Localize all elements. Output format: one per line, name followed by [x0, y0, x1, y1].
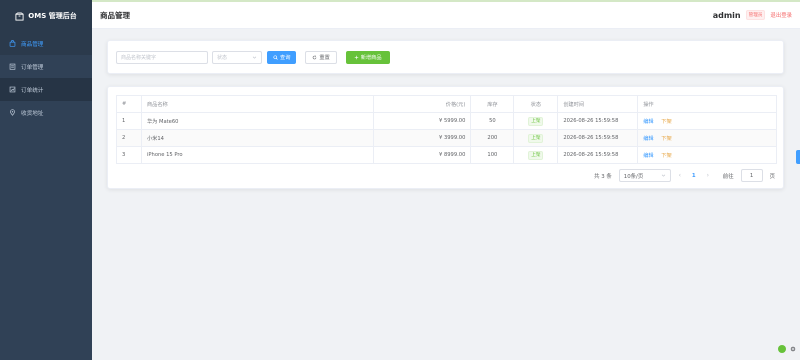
search-button-label: 查询 — [280, 54, 291, 61]
created-time: 2026-08-26 15:59:58 — [557, 146, 639, 164]
username: admin — [712, 10, 741, 20]
row-index: 1 — [116, 112, 142, 130]
reset-button-label: 重置 — [319, 54, 330, 61]
total-count: 共 3 条 — [594, 173, 612, 180]
jump-page-input[interactable]: 1 — [740, 169, 763, 182]
delist-link[interactable]: 下架 — [661, 136, 671, 142]
status-select[interactable]: 状态 — [212, 50, 262, 64]
product-stock: 100 — [470, 146, 515, 164]
column-header-name: 商品名称 — [140, 95, 374, 113]
table-row: 3 iPhone 15 Pro ¥ 8999.00 100 上架 2026-08… — [116, 146, 777, 164]
edit-link[interactable]: 编辑 — [643, 136, 653, 142]
product-name: 小米14 — [140, 129, 374, 147]
product-name: iPhone 15 Pro — [140, 146, 374, 164]
keyword-search-input[interactable]: 商品名称关键字 — [116, 50, 208, 64]
status-badge: 上架 — [528, 150, 544, 160]
page-title: 商品管理 — [100, 10, 130, 20]
column-header-created: 创建时间 — [557, 95, 639, 113]
keyword-placeholder: 商品名称关键字 — [121, 54, 157, 61]
sidebar: OMS 管理后台 商品管理 订单管理 订单统计 收货地址 — [0, 0, 92, 360]
edit-link[interactable]: 编辑 — [643, 153, 653, 159]
table-header-row: # 商品名称 价格(元) 库存 状态 创建时间 操作 — [116, 95, 777, 113]
created-time: 2026-08-26 15:59:58 — [557, 129, 639, 147]
app-name: OMS 管理后台 — [28, 12, 77, 20]
page-number-current[interactable]: 1 — [689, 173, 699, 179]
side-drawer-handle[interactable] — [796, 150, 800, 164]
status-badge: 上架 — [528, 116, 544, 126]
sidebar-item-label: 收货地址 — [21, 110, 44, 117]
reset-button[interactable]: 重置 — [305, 50, 337, 64]
page-size-value: 10条/页 — [623, 173, 644, 180]
box-icon — [15, 11, 24, 21]
pagination: 共 3 条 10条/页 ‹ 1 › 前往 1 页 — [594, 169, 775, 182]
actions-cell: 编辑 下架 — [637, 129, 777, 147]
column-header-actions: 操作 — [637, 95, 777, 113]
sidebar-item-order-stats[interactable]: 订单统计 — [0, 78, 92, 101]
product-table-card: # 商品名称 价格(元) 库存 状态 创建时间 操作 1 华为 Mate60 ¥… — [107, 86, 784, 189]
user-area: admin 管理员 退出登录 — [713, 10, 792, 20]
created-time: 2026-08-26 15:59:58 — [557, 112, 639, 130]
jump-label: 前往 — [722, 173, 734, 180]
sidebar-item-label: 商品管理 — [21, 41, 44, 48]
shopping-bag-icon — [9, 40, 16, 47]
check-status-icon — [778, 345, 786, 353]
plus-icon — [354, 55, 359, 59]
table-row: 1 华为 Mate60 ¥ 5999.00 50 上架 2026-08-26 1… — [116, 112, 777, 130]
product-price: ¥ 8999.00 — [372, 146, 472, 164]
search-icon — [273, 54, 278, 60]
edit-link[interactable]: 编辑 — [643, 119, 653, 125]
sidebar-item-products[interactable]: 商品管理 — [0, 32, 92, 55]
add-product-button-label: 新增商品 — [360, 54, 382, 61]
product-stock: 50 — [470, 112, 515, 130]
actions-cell: 编辑 下架 — [637, 112, 777, 130]
add-product-button[interactable]: 新增商品 — [345, 50, 390, 64]
jump-page-value: 1 — [749, 172, 754, 179]
status-cell: 上架 — [513, 129, 559, 147]
refresh-icon — [313, 54, 317, 59]
page-unit-label: 页 — [769, 173, 775, 180]
table-row: 2 小米14 ¥ 3999.00 200 上架 2026-08-26 15:59… — [116, 129, 777, 147]
delist-link[interactable]: 下架 — [661, 153, 671, 159]
row-index: 2 — [116, 129, 142, 147]
status-cell: 上架 — [513, 112, 559, 130]
column-header-status: 状态 — [513, 95, 559, 113]
app-logo: OMS 管理后台 — [0, 0, 92, 32]
sidebar-item-label: 订单管理 — [21, 64, 44, 71]
page-size-select[interactable]: 10条/页 — [618, 169, 671, 182]
status-placeholder: 状态 — [217, 54, 228, 61]
chart-icon — [9, 86, 16, 93]
next-page-button[interactable]: › — [703, 172, 713, 179]
sidebar-item-orders[interactable]: 订单管理 — [0, 55, 92, 78]
product-price: ¥ 3999.00 — [372, 129, 472, 147]
filter-bar: 商品名称关键字 状态 查询 重置 新增商品 — [107, 40, 784, 74]
row-index: 3 — [116, 146, 142, 164]
sidebar-item-label: 订单统计 — [21, 87, 44, 94]
product-table: # 商品名称 价格(元) 库存 状态 创建时间 操作 1 华为 Mate60 ¥… — [116, 95, 777, 164]
delist-link[interactable]: 下架 — [661, 119, 671, 125]
column-header-stock: 库存 — [470, 95, 515, 113]
search-button[interactable]: 查询 — [267, 50, 297, 64]
clipboard-icon — [9, 63, 16, 70]
logout-link[interactable]: 退出登录 — [770, 11, 792, 19]
top-header: 商品管理 admin 管理员 退出登录 — [92, 2, 800, 29]
settings-icon[interactable] — [790, 346, 796, 352]
product-name: 华为 Mate60 — [140, 112, 374, 130]
chevron-down-icon — [252, 56, 257, 59]
status-cell: 上架 — [513, 146, 559, 164]
column-header-price: 价格(元) — [372, 95, 472, 113]
product-stock: 200 — [470, 129, 515, 147]
location-icon — [10, 109, 15, 116]
sidebar-item-addresses[interactable]: 收货地址 — [0, 101, 92, 124]
status-badge: 上架 — [528, 133, 544, 143]
column-header-index: # — [116, 95, 142, 113]
product-price: ¥ 5999.00 — [372, 112, 472, 130]
actions-cell: 编辑 下架 — [637, 146, 777, 164]
prev-page-button[interactable]: ‹ — [675, 172, 685, 179]
chevron-down-icon — [661, 174, 666, 177]
role-badge: 管理员 — [745, 10, 766, 20]
